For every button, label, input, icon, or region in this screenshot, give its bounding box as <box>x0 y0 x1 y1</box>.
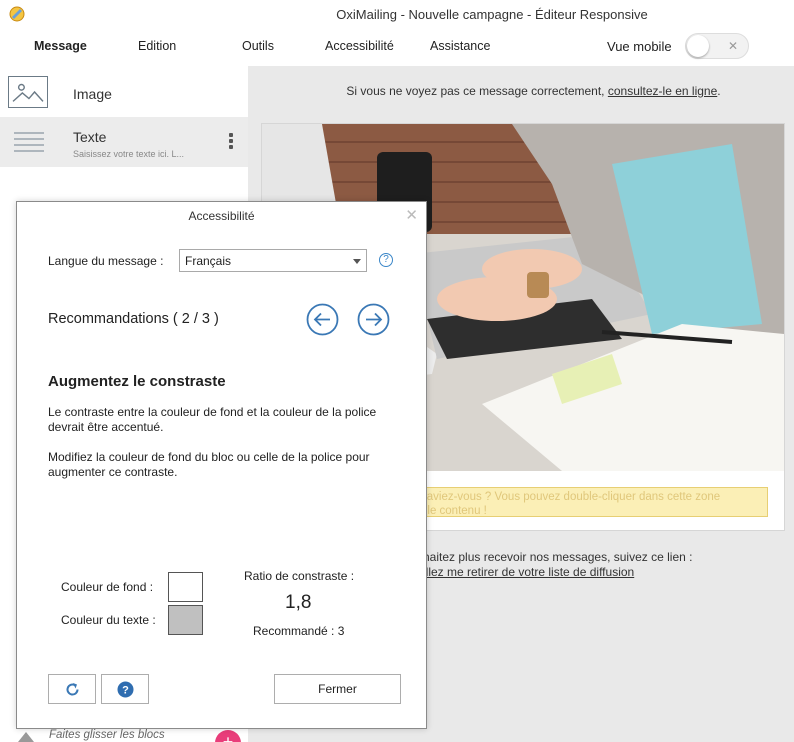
tab-assistance[interactable]: Assistance <box>430 39 490 53</box>
help-icon: ? <box>117 681 134 698</box>
add-block-button[interactable]: + <box>215 730 241 742</box>
close-icon[interactable]: ✕ <box>405 206 418 224</box>
unsubscribe-link[interactable]: illez me retirer de votre liste de diffu… <box>423 565 634 579</box>
toggle-knob <box>687 35 709 57</box>
ribbon-tabs: Message Edition Outils Accessibilité Ass… <box>0 28 794 66</box>
tab-outils[interactable]: Outils <box>242 39 274 53</box>
svg-text:?: ? <box>122 685 129 697</box>
block-item-label: Image <box>73 86 112 102</box>
text-color-label: Couleur du texte : <box>61 613 156 627</box>
block-item-text[interactable]: Texte Saisissez votre texte ici. L... <box>0 117 248 167</box>
language-label: Langue du message : <box>48 254 164 268</box>
tip-line-2: t le contenu ! <box>421 505 487 517</box>
unsubscribe-text: haitez plus recevoir nos messages, suive… <box>423 550 693 564</box>
tip-line-1: saviez-vous ? Vous pouvez double-cliquer… <box>421 491 721 503</box>
block-item-subtitle: Saisissez votre texte ici. L... <box>73 149 185 159</box>
background-color-label: Couleur de fond : <box>61 580 154 594</box>
mobile-view-label: Vue mobile <box>607 39 672 54</box>
block-item-label: Texte <box>73 129 107 145</box>
view-online-link[interactable]: consultez-le en ligne <box>608 84 717 98</box>
issue-advice: Modifiez la couleur de fond du bloc ou c… <box>48 450 370 479</box>
preheader-end: . <box>717 84 721 98</box>
tab-accessibilite[interactable]: Accessibilité <box>325 39 394 53</box>
more-options-icon[interactable] <box>228 133 234 153</box>
next-arrow-icon[interactable] <box>357 303 390 336</box>
block-item-image[interactable]: Image <box>0 66 248 116</box>
preheader: Si vous ne voyez pas ce message correcte… <box>248 84 794 98</box>
refresh-icon <box>66 683 79 696</box>
close-button[interactable]: Fermer <box>274 674 401 704</box>
help-button[interactable]: ? <box>101 674 149 704</box>
previous-arrow-icon[interactable] <box>306 303 339 336</box>
drag-hint: Faites glisser les blocs <box>49 729 165 741</box>
tip-box: saviez-vous ? Vous pouvez double-cliquer… <box>382 487 768 517</box>
dialog-title: Accessibilité <box>188 209 255 223</box>
text-lines-icon <box>14 132 44 152</box>
refresh-button[interactable] <box>48 674 96 704</box>
title-bar: OxiMailing - Nouvelle campagne - Éditeur… <box>0 0 794 28</box>
drag-up-icon <box>18 732 34 742</box>
preheader-text: Si vous ne voyez pas ce message correcte… <box>346 84 608 98</box>
tab-edition[interactable]: Edition <box>138 39 176 53</box>
issue-title: Augmentez le constraste <box>48 373 226 390</box>
language-value: Français <box>185 254 232 268</box>
recommended-ratio: Recommandé : 3 <box>253 624 345 638</box>
issue-description: Le contraste entre la couleur de fond et… <box>48 405 377 434</box>
mobile-view-toggle[interactable]: ✕ <box>685 33 749 59</box>
recommendations-counter: Recommandations ( 2 / 3 ) <box>48 311 219 327</box>
chevron-down-icon <box>353 259 361 264</box>
contrast-ratio-value: 1,8 <box>285 592 312 613</box>
toggle-off-icon: ✕ <box>727 39 738 53</box>
image-icon <box>8 76 48 108</box>
language-help-icon[interactable]: ? <box>379 253 393 267</box>
tab-message[interactable]: Message <box>34 39 87 53</box>
language-select[interactable]: Français <box>179 249 367 272</box>
background-color-swatch[interactable] <box>168 572 203 602</box>
window-title: OxiMailing - Nouvelle campagne - Éditeur… <box>336 7 648 22</box>
contrast-ratio-label: Ratio de constraste : <box>244 569 355 583</box>
accessibility-dialog: Accessibilité ✕ Langue du message : Fran… <box>16 201 427 729</box>
text-color-swatch[interactable] <box>168 605 203 635</box>
